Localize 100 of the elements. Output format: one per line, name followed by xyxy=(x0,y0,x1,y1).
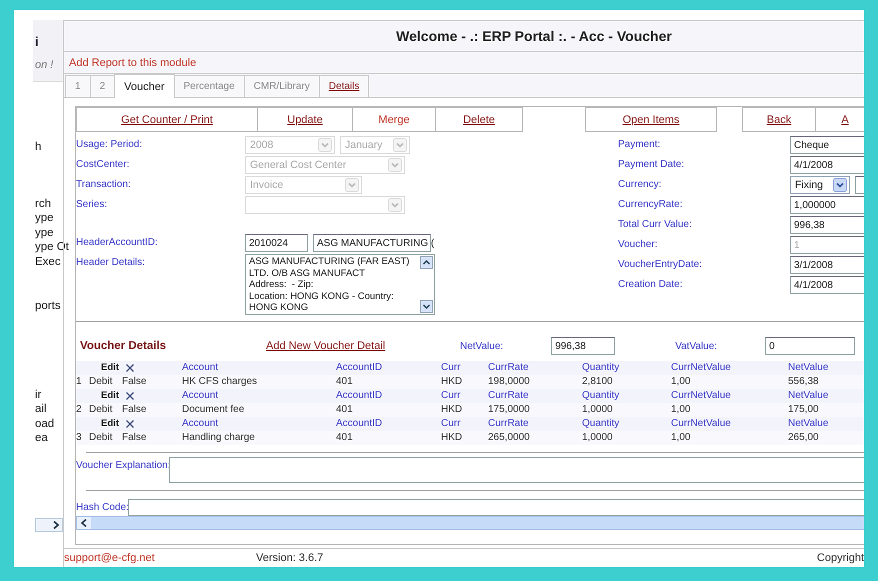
table-cell-text: 401 xyxy=(336,403,354,417)
tab[interactable]: Details xyxy=(318,75,370,97)
edit-link[interactable]: Edit xyxy=(89,417,122,431)
sidebar-item[interactable]: ports xyxy=(35,299,61,314)
column-header: Curr xyxy=(441,389,462,403)
sidebar-item[interactable]: rch xyxy=(35,196,51,211)
edit-link[interactable]: Edit xyxy=(89,389,122,403)
table-cell-text: 2 xyxy=(76,403,83,417)
table-cell-text: False xyxy=(122,403,148,417)
field-label: VoucherEntryDate: xyxy=(618,258,703,270)
input-field[interactable]: 3/1/2008 xyxy=(790,256,864,274)
hash-code-field[interactable] xyxy=(128,499,864,516)
table-cell-text: Debit xyxy=(89,403,114,417)
column-header: NetValue xyxy=(788,361,830,375)
input-field[interactable]: 2010024 xyxy=(245,234,308,252)
table-cell-text: Debit xyxy=(89,375,114,389)
action-button[interactable]: Get Counter / Print xyxy=(76,107,258,132)
column-header: Account xyxy=(182,417,220,431)
sidebar-title: i xyxy=(35,34,39,49)
section-title: Voucher Details xyxy=(79,340,168,352)
field-label: Total Curr Value: xyxy=(618,218,693,230)
column-header: Account xyxy=(182,361,220,375)
page-title: Welcome - .: ERP Portal :. - Acc - Voucher xyxy=(396,28,672,44)
column-header: Curr xyxy=(441,361,462,375)
sidebar-item[interactable]: ype xyxy=(35,226,54,240)
dropdown-caret-icon[interactable] xyxy=(833,178,847,192)
field-label: Hash Code: xyxy=(76,502,128,513)
horizontal-scrollbar[interactable] xyxy=(76,516,864,530)
sidebar-subtitle: on ! xyxy=(35,59,54,71)
field-label: Creation Date: xyxy=(618,278,684,290)
chevron-left-icon xyxy=(80,518,88,528)
column-header: Account xyxy=(182,389,220,403)
input-field[interactable]: 1,000000 xyxy=(790,196,864,214)
action-button[interactable]: Delete xyxy=(435,107,523,132)
table-cell-text: 265,0000 xyxy=(488,431,531,445)
edit-link[interactable]: Edit xyxy=(89,361,122,375)
action-button[interactable]: Open Items xyxy=(585,107,717,132)
table-cell-text: 265,00 xyxy=(788,431,820,445)
column-header: NetValue xyxy=(788,389,830,403)
field-label: HeaderAccountID: xyxy=(76,236,159,248)
table-cell-text: 1,0000 xyxy=(582,431,614,445)
add-report-link[interactable]: Add Report to this module xyxy=(69,56,196,68)
table-cell-text: 1,0000 xyxy=(582,403,614,417)
column-header: NetValue xyxy=(788,417,830,431)
sidebar-item[interactable]: h xyxy=(35,140,42,154)
column-header: CurrNetValue xyxy=(671,361,732,375)
field-label: CostCenter: xyxy=(76,158,130,170)
support-email: support@e-cfg.net xyxy=(64,552,156,564)
column-header: AccountID xyxy=(336,417,384,431)
delete-icon[interactable] xyxy=(125,363,135,373)
table-cell-text: Handling charge xyxy=(182,431,256,445)
field-label: Usage: Period: xyxy=(76,138,144,150)
table-cell-text: 1 xyxy=(76,375,83,389)
field-label: Header Details: xyxy=(76,256,146,268)
dropdown[interactable]: Fixing xyxy=(790,176,850,194)
table-cell-text: 556,38 xyxy=(788,375,820,389)
table-cell-text: 1,00 xyxy=(671,375,692,389)
input-field[interactable]: 4/1/2008 xyxy=(790,156,864,174)
table-cell-text: False xyxy=(122,375,148,389)
column-header: CurrRate xyxy=(488,389,530,403)
table-cell-text: 3 xyxy=(76,431,83,445)
scrollbar[interactable] xyxy=(419,255,434,314)
table-cell-text: 401 xyxy=(336,431,354,445)
scroll-right-button[interactable] xyxy=(35,518,63,532)
action-button[interactable]: A xyxy=(815,107,864,132)
sidebar-item[interactable]: oad xyxy=(35,416,54,431)
action-button[interactable]: Merge xyxy=(352,107,436,132)
explanation-field[interactable] xyxy=(169,457,864,483)
field-label: NetValue: xyxy=(460,340,504,352)
table-cell-text: HK CFS charges xyxy=(182,375,258,389)
column-header: AccountID xyxy=(336,361,384,375)
sidebar-item[interactable]: ea xyxy=(35,431,48,446)
action-button[interactable]: Update xyxy=(257,107,353,132)
add-voucher-detail-link[interactable]: Add New Voucher Detail xyxy=(266,340,446,352)
column-header: Quantity xyxy=(582,417,620,431)
scroll-up-icon[interactable] xyxy=(420,256,433,269)
table-cell-text: 401 xyxy=(336,375,354,389)
sidebar-item[interactable]: ail xyxy=(35,402,47,416)
column-header: CurrNetValue xyxy=(671,389,732,403)
input-field[interactable]: Cheque xyxy=(790,136,864,154)
scroll-down-icon[interactable] xyxy=(420,300,433,313)
table-cell-text: 2,8100 xyxy=(582,375,614,389)
input-field[interactable]: 996,38 xyxy=(551,337,616,355)
table-cell-text: 175,0000 xyxy=(488,403,531,417)
action-button[interactable]: Back xyxy=(742,107,816,132)
sidebar-item[interactable]: Exec xyxy=(35,254,61,269)
sidebar-item[interactable]: ype xyxy=(35,211,54,226)
column-header: CurrRate xyxy=(488,361,530,375)
field-label: CurrencyRate: xyxy=(618,198,684,210)
delete-icon[interactable] xyxy=(125,419,135,429)
input-field[interactable]: 4/1/2008 xyxy=(790,276,864,294)
sidebar-item[interactable]: ir xyxy=(35,388,42,402)
input-field[interactable]: 0 xyxy=(765,337,856,355)
field-label: Voucher: xyxy=(618,238,658,250)
delete-icon[interactable] xyxy=(125,391,135,401)
column-header: Curr xyxy=(441,417,462,431)
text-area[interactable]: ASG MANUFACTURING (FAR EAST) LTD. O/B ASG MANUFACT Address: - Zip: Location: HONG KONG - Country: HONG KONG xyxy=(245,254,435,315)
tab[interactable]: Voucher xyxy=(114,74,174,98)
input-field[interactable]: 996,38 xyxy=(790,216,864,234)
table-cell-text: HKD xyxy=(441,403,464,417)
